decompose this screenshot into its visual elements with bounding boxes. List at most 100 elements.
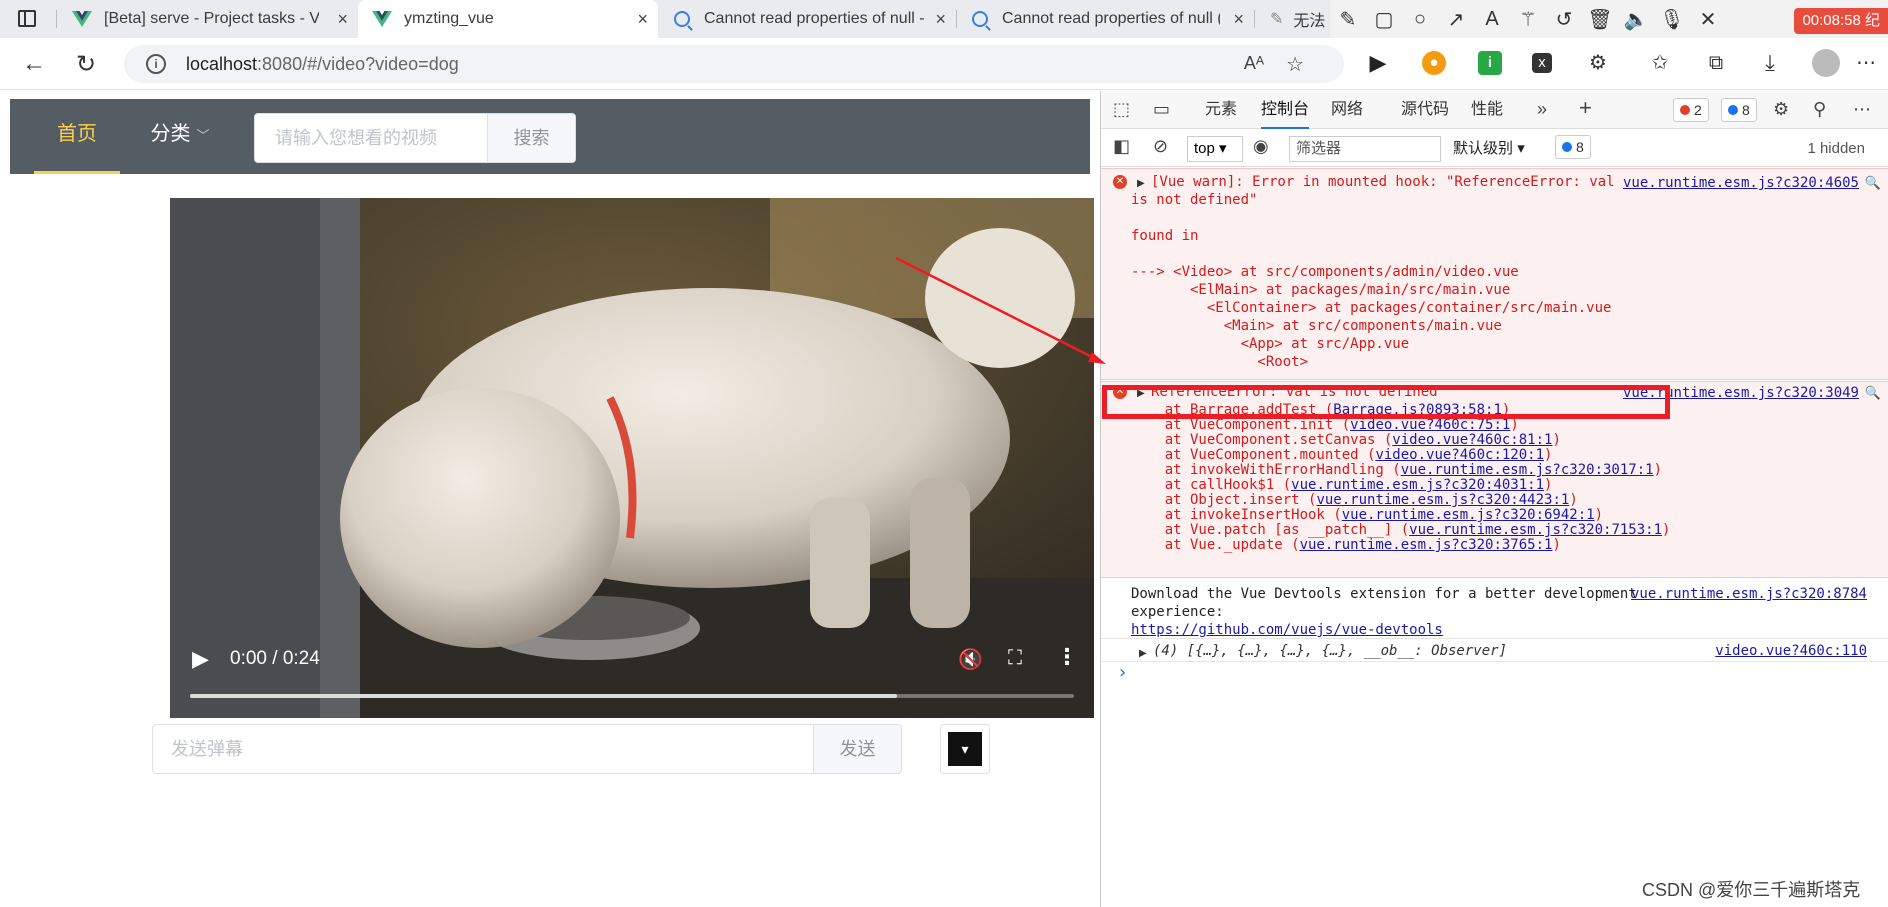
search-input[interactable] — [254, 113, 488, 163]
video-time: 0:00 / 0:24 — [230, 648, 320, 669]
devtools-link[interactable]: https://github.com/vuejs/vue-devtools — [1131, 621, 1443, 639]
danmu-input[interactable] — [152, 724, 814, 774]
more-icon[interactable]: ⋯ — [1853, 99, 1871, 120]
chevron-down-icon: ▾ — [948, 732, 982, 766]
search-button[interactable]: 搜索 — [488, 113, 576, 163]
add-tab-icon[interactable]: + — [1579, 95, 1592, 121]
trash-icon[interactable]: 🗑 — [1582, 7, 1618, 32]
browser-tab-wufa[interactable]: ✎ 无法 — [1256, 0, 1336, 38]
log-text: (4) [{…}, {…}, {…}, {…}, __ob__: Observe… — [1153, 643, 1508, 659]
warn-line: is not defined" — [1131, 192, 1258, 208]
circle-icon[interactable]: ○ — [1402, 8, 1438, 31]
source-link[interactable]: vue.runtime.esm.js?c320:4605 — [1623, 174, 1859, 192]
warn-line: <App> at src/App.vue — [1131, 336, 1410, 352]
microphone-icon[interactable]: 🎙 — [1654, 7, 1690, 32]
browser-tab-ymzting-vue[interactable]: ymzting_vue × — [358, 0, 658, 38]
favorite-icon[interactable]: ☆ — [1286, 52, 1304, 77]
text-icon[interactable]: A — [1474, 8, 1510, 31]
video-player[interactable]: ▶ 0:00 / 0:24 🔇 ⛶ ⋮ — [170, 198, 1094, 718]
speaker-icon[interactable]: 🔈 — [1618, 7, 1654, 32]
x-extension-icon[interactable]: x — [1532, 53, 1552, 73]
tab-elements[interactable]: 元素 — [1205, 91, 1237, 129]
log-level-select[interactable]: 默认级别 ▾ — [1453, 136, 1549, 162]
sidebar-toggle-icon[interactable]: ◧ — [1113, 136, 1130, 157]
error-count-badge[interactable]: 2 — [1673, 98, 1709, 122]
screen-annotation-toolbar: ✎ ▢ ○ ↗ A ⚚ ↺ 🗑 🔈 🎙 ✕ 00:08:58 纪 — [1330, 0, 1888, 38]
close-icon[interactable]: × — [637, 9, 648, 30]
arrow-icon[interactable]: ↗ — [1438, 7, 1474, 32]
search-icon[interactable]: 🔍 — [1865, 174, 1881, 192]
expand-triangle-icon[interactable]: ▶ — [1139, 645, 1147, 663]
undo-icon[interactable]: ↺ — [1546, 7, 1582, 32]
source-link[interactable]: video.vue?460c:110 — [1715, 642, 1867, 660]
danmu-send-button[interactable]: 发送 — [814, 724, 902, 774]
url-host: localhost — [186, 53, 258, 74]
more-icon[interactable]: ⋯ — [1854, 51, 1878, 75]
more-options-icon[interactable]: ⋮ — [1056, 644, 1078, 670]
stack-frame-end: ) — [1662, 522, 1671, 538]
nav-home[interactable]: 首页 — [34, 99, 120, 174]
customize-icon[interactable]: ⚲ — [1813, 99, 1826, 120]
recording-timer: 00:08:58 纪 — [1794, 8, 1888, 34]
address-bar-row: ← ↻ i localhost:8080/#/video?video=dog A… — [0, 38, 1888, 90]
close-icon[interactable]: × — [337, 9, 348, 30]
url-field[interactable]: i localhost:8080/#/video?video=dog Aᴬ ☆ — [124, 45, 1344, 83]
console-message-array-log: ▶ (4) [{…}, {…}, {…}, {…}, __ob__: Obser… — [1101, 640, 1888, 662]
message-count-badge[interactable]: 8 — [1721, 98, 1757, 122]
browser-tab-cannot-read-2[interactable]: Cannot read properties of null (re × — [958, 0, 1254, 38]
danmu-style-dropdown[interactable]: ▾ — [940, 724, 990, 774]
stack-frame-link[interactable]: vue.runtime.esm.js?c320:3765:1 — [1300, 537, 1553, 553]
context-select[interactable]: top ▾ — [1187, 136, 1243, 162]
volume-mute-icon[interactable]: 🔇 — [958, 647, 983, 672]
info-extension-icon[interactable]: i — [1478, 51, 1502, 75]
tab-actions-icon[interactable] — [18, 10, 36, 27]
magic-wand-icon[interactable]: ⚚ — [1510, 7, 1546, 32]
issues-badge[interactable]: 8 — [1555, 135, 1591, 159]
extensions-puzzle-icon[interactable]: ⚙ — [1586, 51, 1610, 75]
play-extension-icon[interactable]: ▶ — [1366, 51, 1390, 75]
video-progress-bar[interactable] — [190, 694, 1074, 698]
clear-console-icon[interactable]: ⊘ — [1153, 136, 1168, 157]
rectangle-icon[interactable]: ▢ — [1366, 7, 1402, 32]
page-icon: ✎ — [1270, 11, 1284, 28]
tab-performance[interactable]: 性能 — [1471, 91, 1503, 129]
more-tabs-icon[interactable]: » — [1537, 99, 1547, 120]
close-icon[interactable]: ✕ — [1690, 7, 1726, 32]
eye-icon[interactable]: ◉ — [1253, 136, 1269, 157]
tab-label: Cannot read properties of null (re — [1002, 10, 1220, 27]
collections-icon[interactable]: ⧉ — [1704, 51, 1728, 75]
tab-network[interactable]: 网络 — [1331, 91, 1363, 129]
warn-line: <Root> — [1131, 354, 1309, 370]
stack-frame-end: ) — [1552, 537, 1561, 553]
favorites-icon[interactable]: ✩ — [1648, 51, 1672, 75]
console-filter-input[interactable]: 筛选器 — [1289, 136, 1441, 162]
read-aloud-icon[interactable]: Aᴬ — [1244, 53, 1264, 74]
warn-line: <ElMain> at packages/main/src/main.vue — [1131, 282, 1511, 298]
profile-avatar-icon[interactable] — [1812, 49, 1840, 77]
back-arrow-icon[interactable]: ← — [22, 50, 46, 78]
browser-tab-beta-serve[interactable]: [Beta] serve - Project tasks - Vue × — [58, 0, 358, 38]
close-icon[interactable]: × — [935, 9, 946, 30]
device-toggle-icon[interactable]: ▭ — [1153, 99, 1170, 120]
nav-category[interactable]: 分类 ﹀ — [130, 99, 230, 174]
browser-tab-cannot-read-1[interactable]: Cannot read properties of null - j × — [660, 0, 956, 38]
inspect-icon[interactable]: ⬚ — [1113, 99, 1130, 120]
globe-extension-icon[interactable]: ● — [1422, 51, 1446, 75]
web-page: 首页 分类 ﹀ 搜索 — [0, 91, 1100, 907]
tab-console[interactable]: 控制台 — [1261, 91, 1310, 129]
fullscreen-icon[interactable]: ⛶ — [1008, 647, 1022, 670]
refresh-icon[interactable]: ↻ — [76, 50, 96, 79]
pen-icon[interactable]: ✎ — [1330, 7, 1366, 32]
error-dot-icon — [1680, 105, 1690, 115]
console-prompt[interactable]: › — [1117, 662, 1128, 683]
close-icon[interactable]: × — [1233, 9, 1244, 30]
tab-label: ymzting_vue — [404, 10, 494, 27]
search-icon[interactable]: 🔍 — [1865, 384, 1881, 402]
info-icon[interactable]: i — [146, 54, 166, 74]
settings-gear-icon[interactable]: ⚙ — [1773, 99, 1789, 120]
play-icon[interactable]: ▶ — [192, 646, 209, 672]
tab-label: 无法 — [1293, 13, 1326, 30]
download-icon[interactable]: ⤓ — [1758, 51, 1782, 75]
source-link[interactable]: vue.runtime.esm.js?c320:8784 — [1631, 585, 1867, 603]
tab-sources[interactable]: 源代码 — [1401, 91, 1449, 129]
